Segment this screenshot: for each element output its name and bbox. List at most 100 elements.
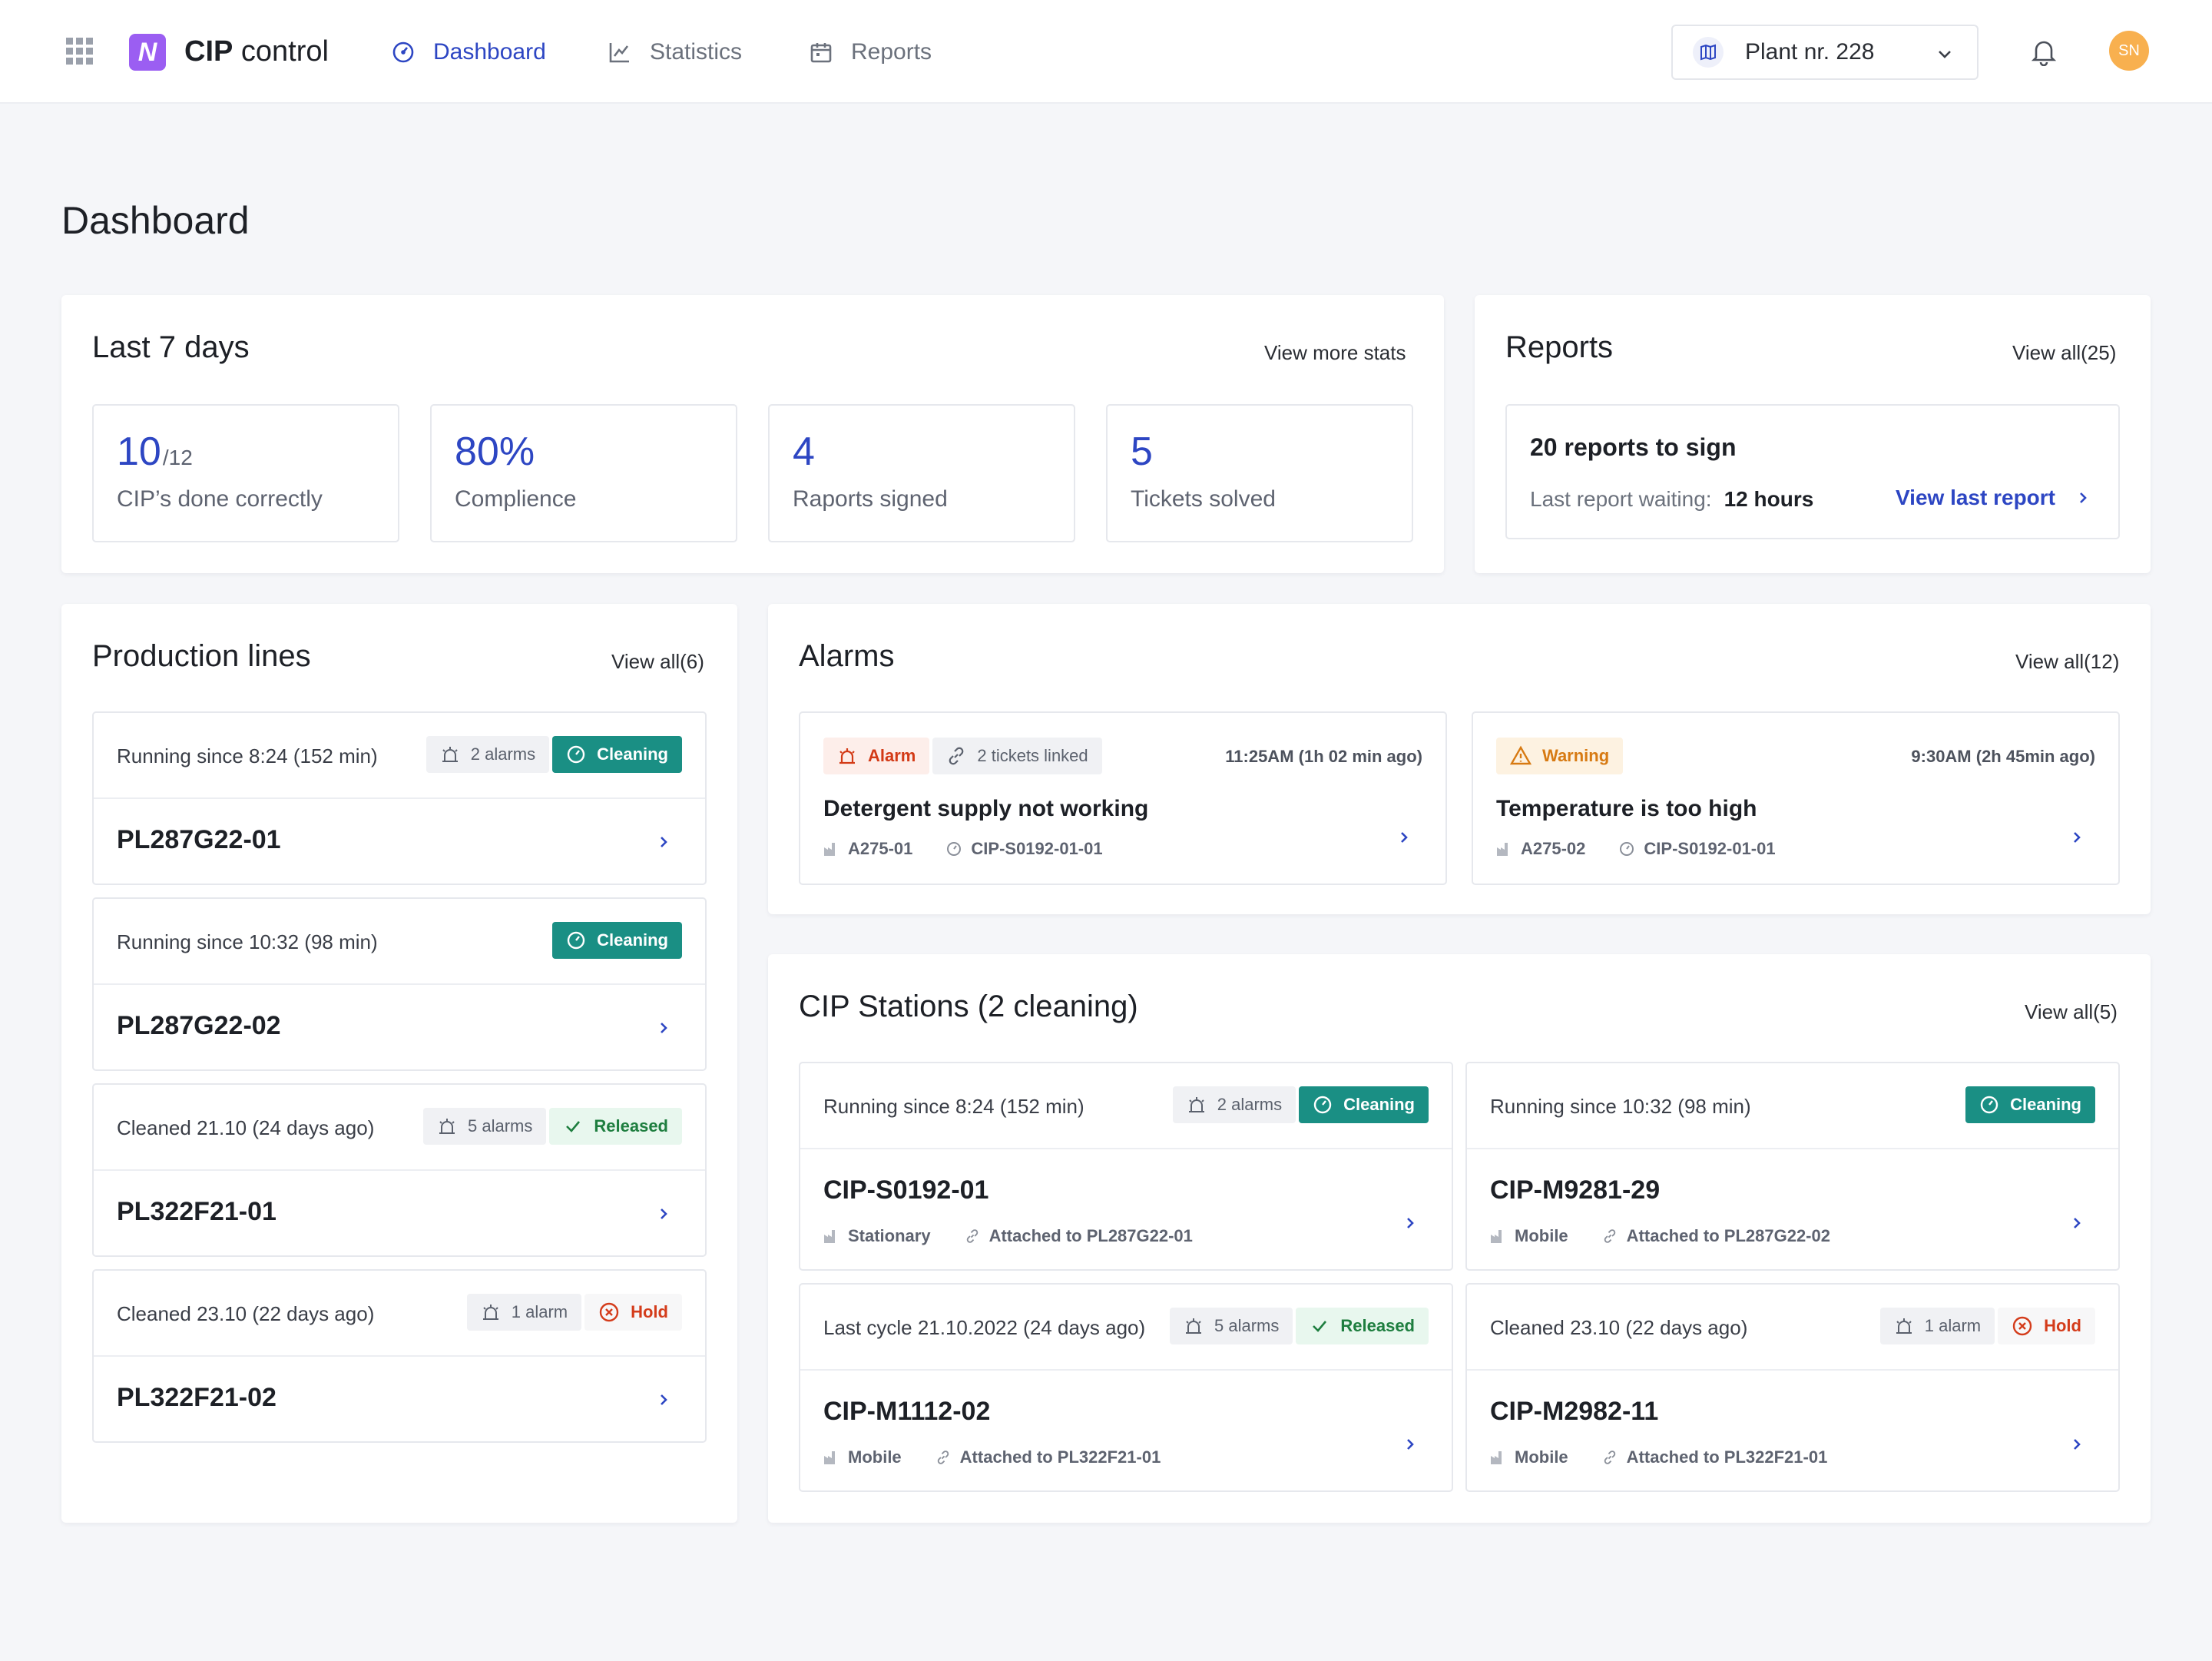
cip-station-badges: 1 alarm Hold [1879, 1308, 2095, 1344]
alarm-station-label: CIP-S0192-01-01 [971, 839, 1103, 858]
chevron-right-icon [661, 837, 667, 847]
tab-dashboard[interactable]: Dashboard [392, 0, 546, 104]
cip-station-badges: 2 alarms Cleaning [1172, 1086, 1429, 1123]
station-kind-label: Mobile [848, 1447, 902, 1467]
station-kind: Mobile [1490, 1447, 1568, 1467]
alarm-time: 11:25AM (1h 02 min ago) [1225, 747, 1422, 766]
station-attached-label: Attached to PL322F21-01 [1626, 1447, 1828, 1467]
stat-value: 4 [793, 429, 815, 474]
alarm-type: Warning [1542, 746, 1610, 765]
siren-icon [1188, 1097, 1204, 1112]
alarms-title: Alarms [799, 639, 895, 673]
stat-label: Raports signed [793, 486, 948, 512]
cip-station-name: CIP-M1112-02 [823, 1397, 991, 1426]
alarms-count: 5 alarms [468, 1116, 533, 1136]
alarm-station: CIP-S0192-01-01 [946, 839, 1103, 859]
production-line-status: Running since 10:32 (98 min) [117, 930, 378, 953]
state-label: Hold [631, 1302, 668, 1321]
plant-select[interactable]: Plant nr. 228 [1671, 25, 1979, 80]
stat-value: 5 [1131, 429, 1153, 474]
station-attached-label: Attached to PL322F21-01 [959, 1447, 1161, 1467]
hold-badge: Hold [584, 1294, 682, 1331]
production-line-header: Running since 8:24 (152 min) 2 alarms Cl… [94, 713, 705, 799]
page-title: Dashboard [61, 199, 250, 242]
production-line-item[interactable]: Running since 10:32 (98 min) Cleaning PL… [92, 897, 707, 1071]
production-line-header: Running since 10:32 (98 min) Cleaning [94, 899, 705, 985]
link-icon [966, 1229, 978, 1243]
alarm-title: Detergent supply not working [823, 796, 1149, 821]
notifications-bell-icon[interactable] [2029, 37, 2058, 66]
stat-reports-signed: 4 Raports signed [768, 404, 1075, 542]
production-line-item[interactable]: Cleaned 23.10 (22 days ago) 1 alarm Hold… [92, 1269, 707, 1443]
stat-value: 80% [455, 429, 535, 474]
station-attached-label: Attached to PL287G22-01 [988, 1226, 1193, 1245]
cip-station-status: Running since 10:32 (98 min) [1490, 1094, 1751, 1118]
x-circle-icon [2012, 1316, 2032, 1336]
cip-station-item[interactable]: Running since 8:24 (152 min) 2 alarms Cl… [799, 1062, 1453, 1271]
view-more-stats-link[interactable]: View more stats [1264, 341, 1406, 365]
apps-grid-icon[interactable] [66, 38, 94, 65]
tickets-count: 2 tickets linked [977, 746, 1088, 765]
tab-statistics[interactable]: Statistics [608, 0, 742, 104]
chevron-right-icon [1401, 832, 1408, 843]
reports-view-all-link[interactable]: View all(25) [2012, 341, 2116, 365]
check-icon [566, 1121, 581, 1132]
gauge-icon [1620, 842, 1634, 856]
production-line-name: PL287G22-01 [117, 825, 281, 854]
alarms-badge: 1 alarm [466, 1294, 582, 1331]
tab-statistics-label: Statistics [650, 38, 743, 65]
station-attached: Attached to PL287G22-02 [1602, 1226, 1830, 1246]
factory-icon [1497, 843, 1508, 856]
chevron-right-icon [2074, 1218, 2081, 1228]
production-line-name: PL322F21-02 [117, 1383, 276, 1412]
production-line-item[interactable]: Cleaned 21.10 (24 days ago) 5 alarms Rel… [92, 1083, 707, 1257]
station-kind: Mobile [823, 1447, 902, 1467]
cip-stations-title: CIP Stations (2 cleaning) [799, 990, 1138, 1023]
tab-reports[interactable]: Reports [810, 0, 932, 104]
cleaning-badge: Cleaning [552, 922, 682, 959]
cip-station-item[interactable]: Last cycle 21.10.2022 (24 days ago) 5 al… [799, 1283, 1453, 1492]
production-line-item[interactable]: Running since 8:24 (152 min) 2 alarms Cl… [92, 711, 707, 885]
reports-to-sign-box: 20 reports to sign Last report waiting: … [1505, 404, 2120, 539]
alarm-line-label: A275-02 [1521, 839, 1586, 858]
view-last-report-label: View last report [1896, 486, 2056, 509]
siren-icon [442, 747, 458, 762]
chevron-right-icon [1407, 1439, 1414, 1450]
alarms-view-all-link[interactable]: View all(12) [2015, 650, 2119, 674]
chevron-right-icon [2074, 832, 2081, 843]
siren-icon [1186, 1318, 1202, 1334]
station-kind-label: Stationary [848, 1226, 931, 1245]
chevron-right-icon [661, 1394, 667, 1405]
gauge-icon [947, 842, 962, 856]
cip-stations-view-all-link[interactable]: View all(5) [2025, 1000, 2118, 1024]
cip-station-item[interactable]: Running since 10:32 (98 min) Cleaning CI… [1465, 1062, 2120, 1271]
cleaning-badge: Cleaning [1299, 1086, 1429, 1123]
tickets-badge: 2 tickets linked [932, 738, 1102, 774]
reports-to-sign-label: 20 reports to sign [1530, 433, 1737, 461]
state-label: Hold [2044, 1316, 2081, 1335]
production-line-status: Cleaned 23.10 (22 days ago) [117, 1301, 375, 1325]
alarms-count: 2 alarms [470, 744, 536, 764]
avatar[interactable]: SN [2109, 31, 2149, 71]
alarm-item[interactable]: Alarm 2 tickets linked 11:25AM (1h 02 mi… [799, 711, 1447, 885]
alarms-count: 5 alarms [1214, 1316, 1280, 1335]
chevron-right-icon [1407, 1218, 1414, 1228]
cip-station-item[interactable]: Cleaned 23.10 (22 days ago) 1 alarm Hold… [1465, 1283, 2120, 1492]
tab-reports-label: Reports [851, 38, 932, 65]
alarm-item[interactable]: Warning 9:30AM (2h 45min ago) Temperatur… [1472, 711, 2120, 885]
released-badge: Released [1296, 1308, 1429, 1344]
app-logo[interactable]: N [129, 34, 166, 71]
view-last-report-link[interactable]: View last report [1896, 486, 2091, 510]
station-attached: Attached to PL322F21-01 [1602, 1447, 1828, 1467]
top-bar: N CIP control Dashboard Statistics Repor… [0, 0, 2212, 104]
cip-station-name: CIP-S0192-01 [823, 1175, 989, 1205]
gauge-icon [567, 931, 585, 950]
cip-station-meta: Stationary Attached to PL287G22-01 [823, 1226, 1193, 1246]
state-label: Released [594, 1116, 668, 1136]
avatar-initials: SN [2118, 41, 2140, 59]
alarm-type: Alarm [868, 746, 916, 765]
stat-cips-done: 10/12 CIP’s done correctly [92, 404, 399, 542]
link-icon [949, 747, 964, 765]
production-lines-view-all-link[interactable]: View all(6) [611, 650, 704, 674]
cip-station-meta: Mobile Attached to PL322F21-01 [823, 1447, 1161, 1467]
